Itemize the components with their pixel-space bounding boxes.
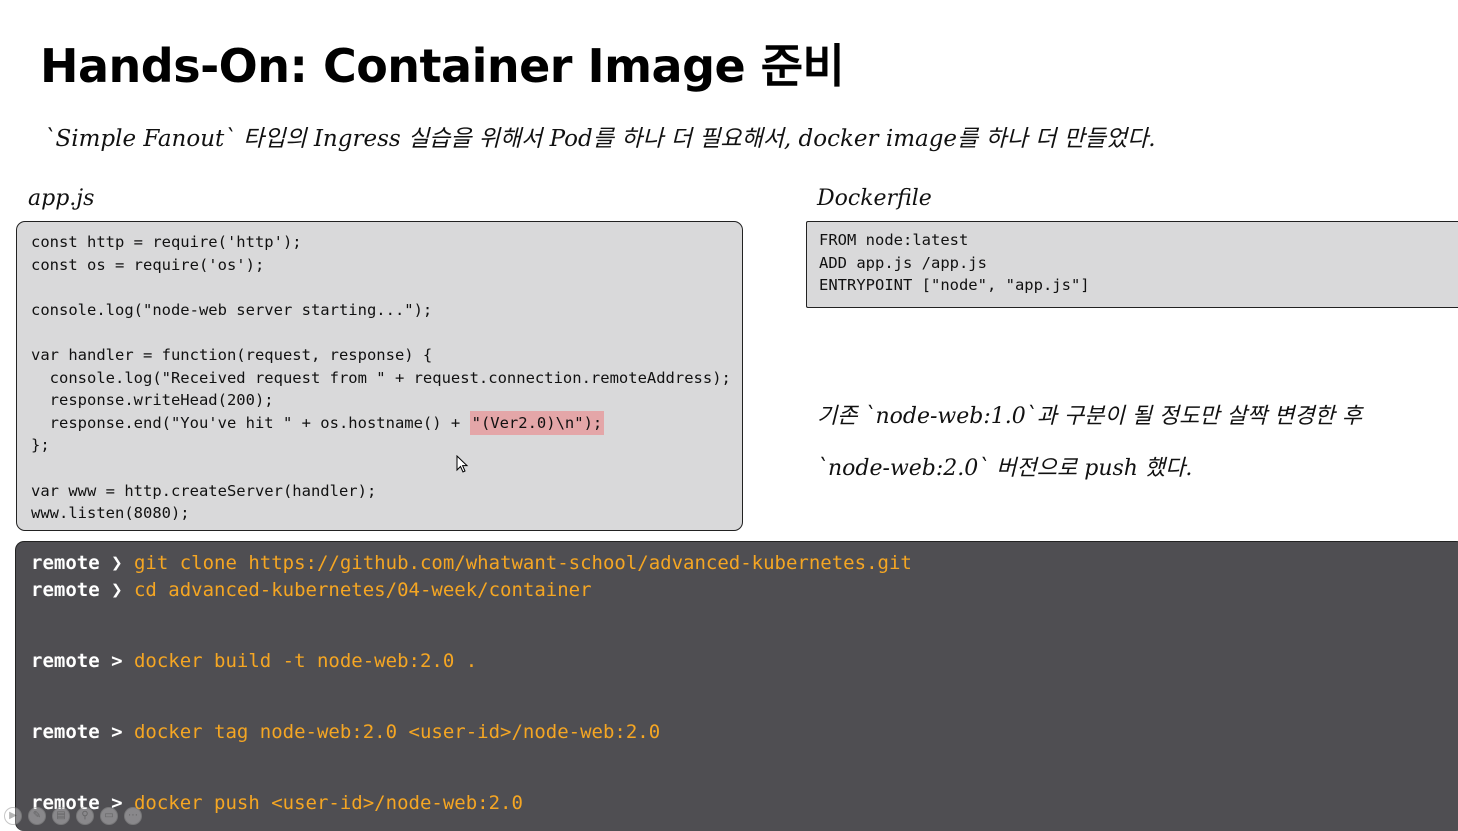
code-line: console.log("Received request from " + r… xyxy=(31,368,731,387)
code-line: www.listen(8080); xyxy=(31,504,190,523)
zoom-icon[interactable]: ⚲ xyxy=(76,807,94,825)
terminal-line: remote > docker build -t node-web:2.0 . xyxy=(31,650,477,672)
slideshow-toolbar: ▶ ✎ ▤ ⚲ ▭ ⋯ xyxy=(0,806,142,826)
note-line-2: `node-web:2.0` 버전으로 push 했다. xyxy=(817,456,1193,481)
terminal-command: cd advanced-kubernetes/04-week/container xyxy=(133,579,592,601)
terminal-prompt: remote > xyxy=(31,650,123,672)
code-line: ENTRYPOINT ["node", "app.js"] xyxy=(819,276,1090,295)
terminal-line: remote ❯ cd advanced-kubernetes/04-week/… xyxy=(31,579,592,601)
mouse-cursor-icon xyxy=(456,455,469,473)
code-line: const http = require('http'); xyxy=(31,233,302,251)
terminal-prompt: remote ❯ xyxy=(31,579,123,601)
slide-subtitle: `Simple Fanout` 타입의 Ingress 실습을 위해서 Pod를… xyxy=(44,126,1156,152)
code-line: FROM node:latest xyxy=(819,231,969,249)
dockerfile-code-block: FROM node:latest ADD app.js /app.js ENTR… xyxy=(806,221,1458,308)
note-line-1: 기존 `node-web:1.0`과 구분이 될 정도만 살짝 변경한 후 xyxy=(817,404,1363,429)
code-line: var handler = function(request, response… xyxy=(31,345,433,364)
subtitle-icon[interactable]: ▭ xyxy=(100,807,118,825)
terminal-prompt: remote ❯ xyxy=(31,552,123,574)
code-line: console.log("node-web server starting...… xyxy=(31,300,433,319)
code-line: var www = http.createServer(handler); xyxy=(31,481,377,500)
app-js-code-block: const http = require('http'); const os =… xyxy=(16,221,743,531)
slide-title: Hands-On: Container Image 준비 xyxy=(40,39,845,93)
code-line: }; xyxy=(31,436,50,455)
code-line: ADD app.js /app.js xyxy=(819,253,987,272)
app-js-label: app.js xyxy=(28,186,95,211)
version-highlight: "(Ver2.0)\n"); xyxy=(469,410,605,435)
slides-icon[interactable]: ▤ xyxy=(52,807,70,825)
terminal-command: docker build -t node-web:2.0 . xyxy=(133,650,478,672)
terminal-block: remote ❯ git clone https://github.com/wh… xyxy=(15,541,1458,831)
terminal-prompt: remote > xyxy=(31,721,123,743)
code-line: response.writeHead(200); xyxy=(31,391,274,410)
dockerfile-label: Dockerfile xyxy=(817,186,932,211)
terminal-command: docker tag node-web:2.0 <user-id>/node-w… xyxy=(133,721,661,743)
play-icon[interactable]: ▶ xyxy=(4,807,22,825)
terminal-command: git clone https://github.com/whatwant-sc… xyxy=(133,552,912,574)
more-icon[interactable]: ⋯ xyxy=(124,807,142,825)
code-line: const os = require('os'); xyxy=(31,255,265,274)
terminal-line: remote > docker tag node-web:2.0 <user-i… xyxy=(31,721,660,743)
pen-icon[interactable]: ✎ xyxy=(28,807,46,825)
terminal-command: docker push <user-id>/node-web:2.0 xyxy=(133,792,523,814)
code-line-highlighted: response.end("You've hit " + os.hostname… xyxy=(31,410,742,435)
code-text: response.end("You've hit " + os.hostname… xyxy=(31,413,470,432)
terminal-line: remote ❯ git clone https://github.com/wh… xyxy=(31,552,912,574)
